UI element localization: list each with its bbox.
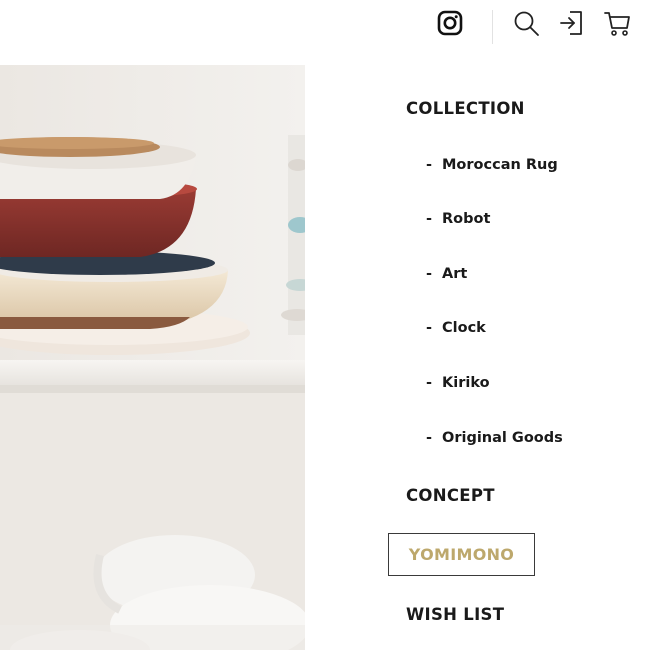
menu-item-dash: - [426, 266, 433, 282]
menu-item-label: Original Goods [442, 430, 563, 446]
menu-item-dash: - [426, 211, 433, 227]
ceramic-dishes-photo [0, 65, 305, 650]
menu-item-moroccan-rug[interactable]: - Moroccan Rug [426, 157, 558, 173]
menu-concept[interactable]: CONCEPT [406, 486, 495, 505]
header-divider [492, 10, 493, 44]
menu-item-art[interactable]: - Art [426, 266, 467, 282]
menu-item-dash: - [426, 157, 433, 173]
menu-item-label: Moroccan Rug [442, 157, 558, 173]
menu-yomimono-button[interactable]: YOMIMONO [388, 533, 535, 576]
menu-item-label: Robot [442, 211, 491, 227]
menu-item-label: Kiriko [442, 375, 490, 391]
menu-item-kiriko[interactable]: - Kiriko [426, 375, 490, 391]
menu-item-dash: - [426, 320, 433, 336]
login-icon[interactable] [557, 8, 587, 38]
menu-item-dash: - [426, 430, 433, 446]
menu-collection[interactable]: COLLECTION [406, 99, 525, 118]
cart-icon[interactable] [602, 8, 632, 38]
header-icons [0, 0, 650, 50]
menu-item-label: Clock [442, 320, 486, 336]
search-icon[interactable] [511, 8, 541, 38]
instagram-icon[interactable] [435, 8, 465, 38]
menu-item-original-goods[interactable]: - Original Goods [426, 430, 563, 446]
menu-wish-list[interactable]: WISH LIST [406, 605, 504, 624]
menu-item-robot[interactable]: - Robot [426, 211, 490, 227]
menu-item-label: Art [442, 266, 468, 282]
menu-item-dash: - [426, 375, 433, 391]
menu-item-clock[interactable]: - Clock [426, 320, 486, 336]
